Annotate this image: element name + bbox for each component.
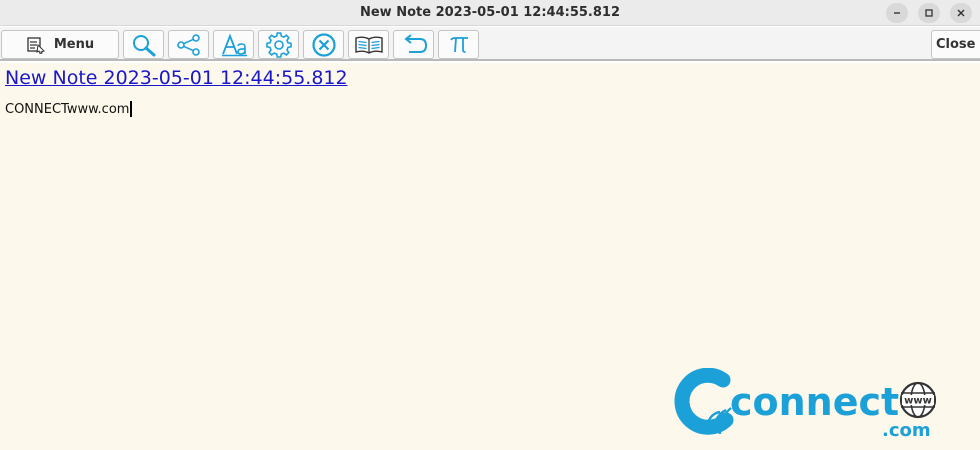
font-button[interactable]	[213, 30, 254, 59]
search-icon	[132, 34, 155, 56]
window-close-button[interactable]	[950, 3, 972, 23]
connect-logo-graphic: connect .com www	[674, 367, 937, 441]
book-icon	[354, 36, 383, 54]
globe-label: www	[904, 396, 932, 407]
settings-button[interactable]	[258, 30, 299, 59]
close-icon	[957, 9, 965, 17]
undo-icon	[403, 33, 427, 53]
search-button[interactable]	[123, 30, 164, 59]
delete-icon	[311, 32, 336, 57]
note-body-text: CONNECTwww.com	[5, 101, 130, 117]
globe-icon: www	[899, 381, 937, 419]
menu-button[interactable]: Menu	[1, 30, 119, 59]
toolbar: Menu Close	[0, 27, 980, 61]
note-body[interactable]: CONNECTwww.com	[5, 101, 132, 117]
logo-domain: .com	[882, 420, 931, 441]
math-button[interactable]	[438, 30, 479, 59]
title-bar: New Note 2023-05-01 12:44:55.812	[0, 0, 980, 26]
delete-button[interactable]	[303, 30, 344, 59]
menu-edit-icon	[27, 36, 45, 54]
share-icon	[176, 33, 200, 56]
connect-logo: connect .com www	[668, 367, 940, 448]
minimize-button[interactable]	[886, 3, 908, 23]
close-note-button[interactable]: Close	[931, 30, 980, 59]
maximize-icon	[925, 9, 933, 17]
share-button[interactable]	[168, 30, 209, 59]
pi-icon	[449, 36, 468, 53]
font-icon	[221, 33, 247, 56]
close-label: Close	[936, 37, 976, 52]
note-editor[interactable]: New Note 2023-05-01 12:44:55.812 CONNECT…	[0, 63, 980, 450]
undo-button[interactable]	[393, 30, 434, 59]
window-title: New Note 2023-05-01 12:44:55.812	[359, 5, 621, 20]
text-caret	[130, 101, 132, 117]
maximize-button[interactable]	[918, 3, 940, 23]
reader-button[interactable]	[348, 30, 389, 59]
minimize-icon	[894, 12, 900, 14]
menu-label: Menu	[53, 37, 95, 52]
note-title-link[interactable]: New Note 2023-05-01 12:44:55.812	[5, 67, 348, 89]
gear-icon	[265, 31, 292, 58]
logo-wordmark: connect	[730, 380, 899, 424]
window-controls	[886, 3, 972, 23]
